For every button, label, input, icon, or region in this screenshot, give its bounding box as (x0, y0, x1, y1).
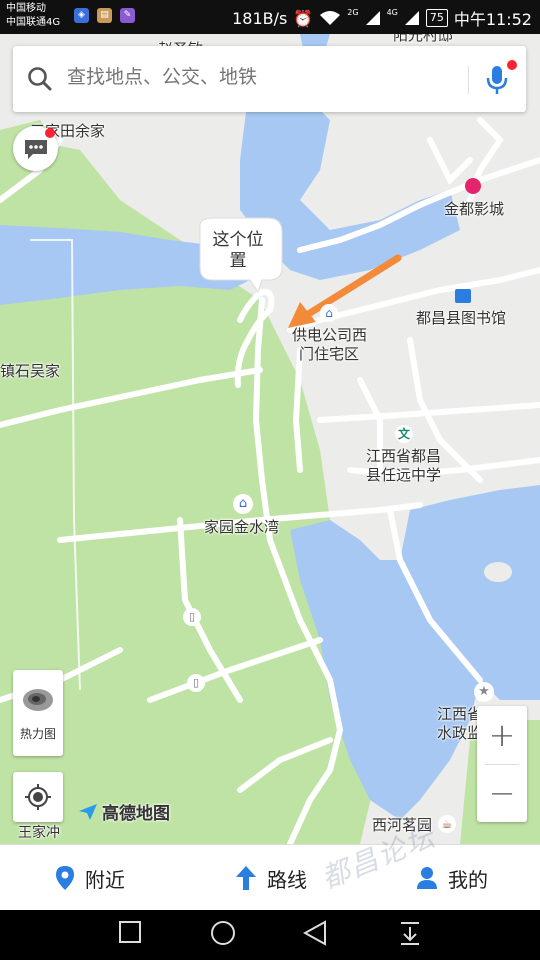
location-pin-icon (56, 866, 74, 890)
notification-dot (45, 128, 55, 138)
map-label-power-2[interactable]: 门住宅区 (299, 343, 359, 364)
bubble-text: 这个位 置 (212, 230, 264, 271)
clock: 中午11:52 (453, 10, 532, 29)
bottom-tab-bar: 附近 路线 我的 (0, 844, 540, 910)
notification-icons: ◈ ▤ ✎ (74, 8, 135, 23)
system-nav-bar (0, 910, 540, 960)
paper-plane-icon (79, 803, 97, 820)
user-icon (417, 867, 437, 889)
my-location-button[interactable] (13, 772, 63, 822)
wifi-icon (320, 11, 341, 25)
notification-pull-icon[interactable] (398, 920, 422, 946)
battery-level: 75 (425, 9, 448, 27)
zoom-controls[interactable]: + − (477, 706, 527, 822)
map-view[interactable]: ⌂ 文 ⌂ ▯ ▯ ★ ☕ 赵圣敏 阳光村邸 五家田余家 镇石吴家 金都影城 都… (0, 34, 540, 844)
zoom-out-button[interactable]: − (477, 764, 527, 822)
recent-apps-icon[interactable] (118, 920, 142, 944)
library-icon[interactable] (455, 289, 471, 303)
amap-logo: 高德地图 (78, 799, 170, 824)
residential-icon[interactable]: ⌂ (233, 494, 253, 514)
signal-icon-2 (404, 11, 419, 25)
search-bar[interactable] (13, 46, 526, 112)
heatmap-label: 热力图 (19, 727, 56, 741)
map-label-school[interactable]: 江西省都昌 (366, 445, 441, 466)
tab-nearby-label: 附近 (85, 867, 125, 892)
network-speed: 181B/s (232, 8, 288, 28)
logo-text: 高德地图 (102, 804, 170, 824)
back-icon[interactable] (303, 920, 327, 946)
star-icon[interactable]: ★ (474, 682, 494, 702)
gate-icon[interactable]: ▯ (187, 674, 205, 692)
status-bar: 中国移动 中国联通4G ◈ ▤ ✎ 181B/s ⏰ 2G 4G 75 中午11… (0, 0, 540, 34)
cinema-icon[interactable] (465, 178, 481, 194)
crosshair-icon (25, 784, 51, 810)
gallery-app-icon: ✎ (120, 8, 135, 23)
map-label-library[interactable]: 都昌县图书馆 (416, 307, 506, 328)
search-input[interactable] (67, 66, 447, 88)
tab-route-label: 路线 (267, 867, 307, 892)
wallet-app-icon: ▤ (97, 8, 112, 23)
residential-icon[interactable]: ⌂ (320, 304, 338, 322)
messages-button[interactable] (13, 126, 58, 171)
shield-app-icon: ◈ (74, 8, 89, 23)
carrier-2: 中国联通4G (6, 17, 61, 28)
status-right: 181B/s ⏰ 2G 4G 75 中午11:52 (232, 6, 532, 30)
map-label: 镇石吴家 (0, 362, 61, 380)
signal-icon-1 (365, 11, 380, 25)
map-label-jinshuiwan[interactable]: 家园金水湾 (204, 516, 279, 537)
map-label-power[interactable]: 供电公司西 (292, 324, 367, 345)
notification-dot (507, 60, 517, 70)
map-label: 王家冲 (18, 825, 60, 841)
route-arrow-icon (236, 866, 256, 890)
carrier-1: 中国移动 (6, 3, 46, 14)
microphone-icon[interactable] (485, 64, 509, 96)
teahouse-icon[interactable]: ☕ (438, 815, 456, 833)
gate-icon[interactable]: ▯ (183, 608, 201, 626)
map-label-cinema[interactable]: 金都影城 (444, 198, 504, 219)
alarm-icon: ⏰ (293, 8, 314, 28)
chat-bubble-icon (25, 140, 47, 159)
zoom-in-button[interactable]: + (477, 706, 527, 764)
tab-mine-label: 我的 (448, 867, 488, 892)
carrier-info: 中国移动 中国联通4G (6, 2, 60, 30)
network-type-1: 2G (347, 7, 359, 17)
network-type-2: 4G (386, 7, 398, 17)
home-icon[interactable] (210, 920, 236, 946)
heatmap-button[interactable]: 热力图 (13, 670, 63, 756)
search-icon[interactable] (27, 66, 53, 92)
school-icon[interactable]: 文 (395, 425, 413, 443)
tab-route[interactable]: 路线 (235, 845, 307, 911)
map-label-school-2[interactable]: 县任远中学 (366, 464, 441, 485)
map-label: 阳光村邸 (393, 34, 454, 44)
heatmap-icon (23, 689, 53, 711)
tab-nearby[interactable]: 附近 (55, 845, 125, 911)
search-divider (468, 66, 469, 94)
